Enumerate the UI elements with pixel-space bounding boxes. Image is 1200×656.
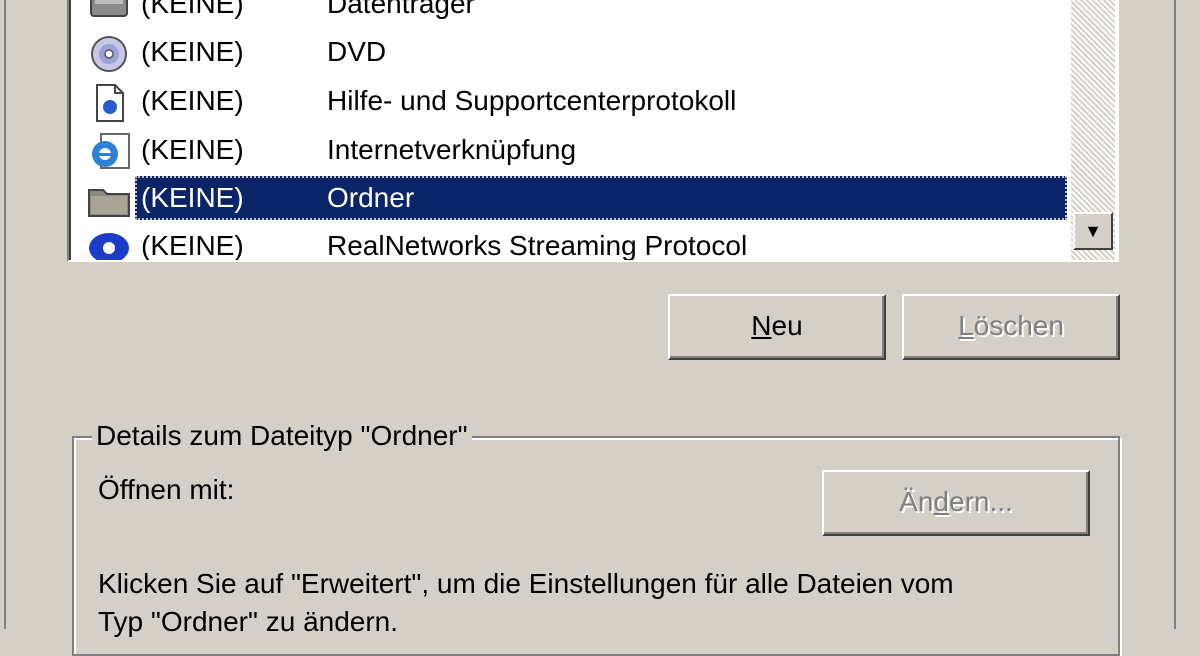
delete-button-accelerator: L bbox=[958, 310, 974, 341]
advanced-hint-line1: Klicken Sie auf "Erweitert", um die Eins… bbox=[98, 568, 954, 599]
drive-icon bbox=[90, 0, 128, 17]
change-button[interactable]: Ändern... bbox=[822, 470, 1090, 536]
type-cell: Internetverknüpfung bbox=[327, 134, 577, 165]
extension-cell: (KEINE) bbox=[141, 0, 244, 19]
arrow-down-icon: ▼ bbox=[1084, 220, 1102, 241]
type-cell: RealNetworks Streaming Protocol bbox=[327, 230, 748, 261]
change-button-label-post: ern... bbox=[949, 486, 1013, 517]
extension-cell: (KEINE) bbox=[141, 182, 244, 213]
type-cell: DVD bbox=[327, 36, 387, 67]
advanced-hint-line2: Typ "Ordner" zu ändern. bbox=[98, 606, 399, 637]
internet-explorer-icon bbox=[92, 133, 130, 169]
help-document-icon bbox=[96, 84, 124, 122]
scroll-down-button[interactable]: ▼ bbox=[1073, 212, 1113, 250]
selection-highlight bbox=[135, 176, 1067, 220]
extension-cell: (KEINE) bbox=[141, 134, 244, 165]
list-item[interactable]: (KEINE) RealNetworks Streaming Protocol bbox=[87, 224, 1087, 261]
folder-icon bbox=[88, 189, 130, 217]
change-button-label-pre: Än bbox=[899, 486, 934, 517]
new-button-accelerator: N bbox=[751, 310, 772, 341]
type-cell: Datenträger bbox=[327, 0, 475, 19]
delete-button[interactable]: Löschen bbox=[902, 294, 1120, 360]
list-item[interactable]: (KEINE) Datenträger bbox=[87, 0, 1087, 30]
dvd-icon bbox=[91, 36, 127, 72]
extension-cell: (KEINE) bbox=[141, 85, 244, 116]
window-frame-left bbox=[0, 0, 6, 629]
type-cell: Hilfe- und Supportcenterprotokoll bbox=[327, 85, 737, 116]
extension-cell: (KEINE) bbox=[141, 36, 244, 67]
delete-button-label: öschen bbox=[973, 310, 1064, 341]
details-groupbox-title: Details zum Dateityp "Ordner" bbox=[92, 418, 472, 454]
type-cell: Ordner bbox=[327, 182, 415, 213]
new-button-label: eu bbox=[771, 310, 803, 341]
open-with-label: Öffnen mit: bbox=[98, 474, 235, 505]
change-button-accelerator: d bbox=[933, 486, 949, 517]
list-item[interactable]: (KEINE) Hilfe- und Supportcenterprotokol… bbox=[87, 79, 1087, 127]
list-item[interactable]: (KEINE) DVD bbox=[87, 30, 1087, 78]
file-types-list[interactable]: (KEINE) Datenträger (KEINE) DVD (KEINE) … bbox=[67, 0, 1119, 262]
new-button[interactable]: Neu bbox=[668, 294, 886, 360]
list-item[interactable]: (KEINE) Internetverknüpfung bbox=[87, 128, 1087, 176]
window-frame-right bbox=[1174, 0, 1200, 629]
extension-cell: (KEINE) bbox=[141, 230, 244, 261]
list-item-selected[interactable]: (KEINE) Ordner bbox=[87, 176, 1087, 224]
vertical-scrollbar[interactable]: ▼ bbox=[1071, 0, 1115, 260]
realplayer-icon bbox=[89, 233, 129, 260]
